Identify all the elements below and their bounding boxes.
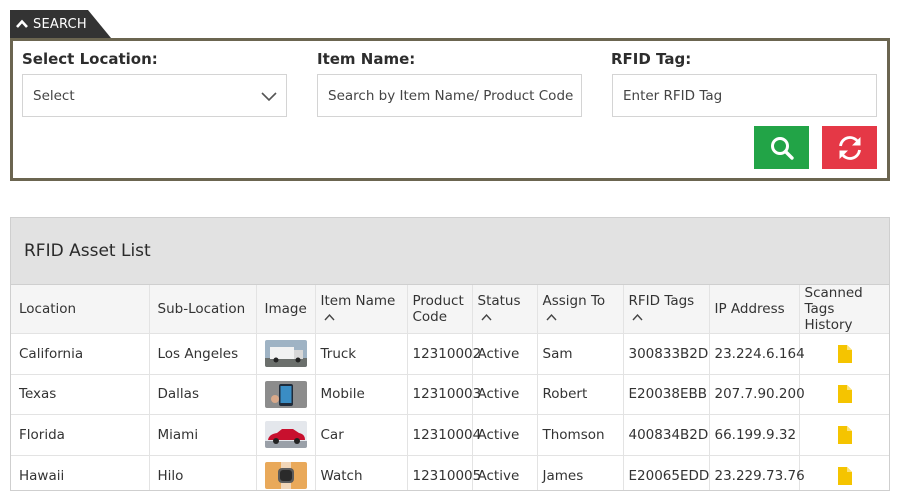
table-header-row: Location Sub-Location Image Item Name Pr… <box>11 285 889 334</box>
cell-sub-location: Hilo <box>149 455 257 490</box>
assign-to-header-label: Assign To <box>542 293 606 309</box>
column-header-sub-location: Sub-Location <box>149 285 257 334</box>
sort-caret-icon <box>480 313 492 321</box>
item-name-input[interactable]: Search by Item Name/ Product Code <box>317 74 582 117</box>
item-name-header-label: Item Name <box>320 293 396 309</box>
cell-ip-address: 23.224.6.164 <box>709 333 805 375</box>
cell-status: Active <box>472 414 538 456</box>
cell-ip-address: 66.199.9.32 <box>709 414 800 456</box>
location-select[interactable]: Select <box>22 74 287 117</box>
cell-sub-location: Los Angeles <box>149 333 257 375</box>
table-row[interactable]: California Los Angeles Truck 12310002 Ac… <box>11 333 889 375</box>
item-name-label: Item Name: <box>317 50 416 68</box>
cell-item-name: Watch <box>315 455 408 490</box>
table-row[interactable]: Hawaii Hilo Watch 12310005 Active James … <box>11 455 889 490</box>
column-header-rfid-tags[interactable]: RFID Tags <box>623 285 710 334</box>
cell-item-name: Truck <box>315 333 408 375</box>
cell-product-code: 12310003 <box>407 374 481 415</box>
item-name-placeholder: Search by Item Name/ Product Code <box>328 87 574 104</box>
column-header-ip-address: IP Address <box>709 285 800 334</box>
cell-history <box>799 455 889 490</box>
table-row[interactable]: Florida Miami Car 12310004 Active Thomso… <box>11 414 889 456</box>
search-panel: Select Location: Select Item Name: Searc… <box>10 38 890 181</box>
rfid-tag-label: RFID Tag: <box>611 50 692 68</box>
column-header-item-name[interactable]: Item Name <box>315 285 408 334</box>
column-header-status[interactable]: Status <box>472 285 538 334</box>
truck-image[interactable] <box>264 340 307 368</box>
asset-list-title: RFID Asset List <box>11 218 889 285</box>
chevron-down-icon <box>261 92 277 102</box>
document-icon[interactable] <box>838 344 853 363</box>
column-header-image: Image <box>256 285 316 334</box>
cell-history <box>799 414 889 456</box>
column-header-scanned-history: Scanned Tags History <box>799 285 889 334</box>
cell-status: Active <box>472 333 538 375</box>
cell-location: Texas <box>11 374 150 415</box>
cell-image <box>256 333 316 375</box>
chevron-up-icon <box>16 19 28 28</box>
watch-image[interactable] <box>264 462 307 489</box>
reset-button[interactable] <box>822 126 877 169</box>
search-icon <box>770 136 794 160</box>
cell-location: California <box>11 333 150 375</box>
cell-location: Florida <box>11 414 150 456</box>
cell-image <box>256 414 316 456</box>
sort-caret-icon <box>545 313 557 321</box>
document-icon[interactable] <box>838 385 853 404</box>
column-header-assign-to[interactable]: Assign To <box>537 285 624 334</box>
rfid-tag-input[interactable]: Enter RFID Tag <box>612 74 877 117</box>
cell-rfid-tag: E20038EBB <box>623 374 710 415</box>
car-image[interactable] <box>264 421 307 449</box>
refresh-icon <box>838 135 861 160</box>
cell-status: Active <box>472 455 538 490</box>
column-header-product-code: Product Code <box>407 285 473 334</box>
sort-caret-icon <box>323 313 335 321</box>
cell-ip-address: 207.7.90.200 <box>709 374 805 415</box>
cell-sub-location: Dallas <box>149 374 257 415</box>
sort-caret-icon <box>631 313 643 321</box>
document-icon[interactable] <box>838 425 853 444</box>
cell-ip-address: 23.229.73.76 <box>709 455 805 490</box>
cell-assign-to: Sam <box>537 333 624 375</box>
cell-assign-to: Robert <box>537 374 624 415</box>
column-header-location: Location <box>11 285 150 334</box>
cell-location: Hawaii <box>11 455 150 490</box>
location-select-value: Select <box>33 87 75 104</box>
document-icon[interactable] <box>838 466 853 485</box>
cell-rfid-tag: E20065EDD <box>623 455 710 490</box>
cell-history <box>799 374 889 415</box>
search-tab-label: SEARCH <box>33 16 87 32</box>
search-button[interactable] <box>754 126 809 169</box>
cell-assign-to: Thomson <box>537 414 624 456</box>
cell-assign-to: James <box>537 455 624 490</box>
rfid-tag-placeholder: Enter RFID Tag <box>623 87 723 104</box>
asset-list-panel: RFID Asset List Location Sub-Location Im… <box>10 217 890 491</box>
cell-status: Active <box>472 374 538 415</box>
cell-item-name: Mobile <box>315 374 408 415</box>
status-header-label: Status <box>477 293 521 309</box>
cell-image <box>256 455 316 490</box>
cell-image <box>256 374 316 415</box>
cell-item-name: Car <box>315 414 408 456</box>
search-toggle-tab[interactable]: SEARCH <box>10 10 111 38</box>
cell-product-code: 12310005 <box>407 455 481 490</box>
mobile-image[interactable] <box>264 380 307 408</box>
rfid-tags-header-label: RFID Tags <box>628 293 695 309</box>
cell-sub-location: Miami <box>149 414 257 456</box>
location-label: Select Location: <box>22 50 158 68</box>
cell-rfid-tag: 400834B2D <box>623 414 710 456</box>
cell-rfid-tag: 300833B2D <box>623 333 710 375</box>
asset-table: Location Sub-Location Image Item Name Pr… <box>11 285 889 490</box>
table-row[interactable]: Texas Dallas Mobile 12310003 Active Robe… <box>11 374 889 415</box>
cell-history <box>799 333 889 375</box>
cell-product-code: 12310002 <box>407 333 481 375</box>
cell-product-code: 12310004 <box>407 414 481 456</box>
